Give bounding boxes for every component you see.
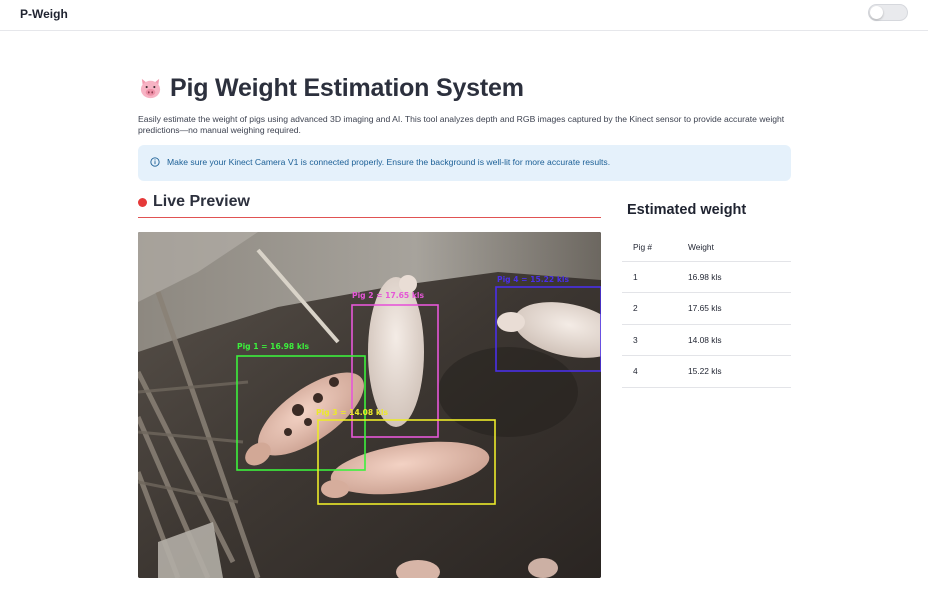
top-bar: P-Weigh bbox=[0, 0, 928, 31]
live-indicator-dot bbox=[138, 197, 147, 207]
column-header-pig: Pig # bbox=[622, 233, 678, 262]
info-banner: Make sure your Kinect Camera V1 is conne… bbox=[138, 145, 791, 181]
pig-number-cell: 2 bbox=[622, 292, 678, 325]
weight-cell: 14.08 kls bbox=[678, 324, 791, 356]
pig-face-icon bbox=[140, 78, 161, 98]
pig-number-cell: 3 bbox=[622, 324, 678, 356]
detection-label-pig-3: Pig 3 = 14.08 kls bbox=[316, 408, 388, 417]
camera-preview: Pig 4 = 15.22 kls Pig 2 = 17.65 kls Pig … bbox=[138, 232, 601, 578]
pig-number-cell: 1 bbox=[622, 261, 678, 293]
theme-toggle[interactable] bbox=[868, 4, 908, 21]
weight-cell: 15.22 kls bbox=[678, 355, 791, 388]
toggle-knob bbox=[870, 6, 883, 19]
camera-frame: Pig 4 = 15.22 kls Pig 2 = 17.65 kls Pig … bbox=[138, 232, 601, 578]
detection-label-pig-4: Pig 4 = 15.22 kls bbox=[497, 275, 569, 284]
app-brand: P-Weigh bbox=[20, 7, 68, 21]
estimated-weight-title: Estimated weight bbox=[627, 202, 747, 218]
page-title-row: Pig Weight Estimation System bbox=[138, 72, 524, 104]
table-row: 2 17.65 kls bbox=[622, 292, 791, 325]
live-preview-title: Live Preview bbox=[153, 193, 250, 210]
column-header-weight: Weight bbox=[678, 233, 791, 262]
weight-cell: 16.98 kls bbox=[678, 261, 791, 293]
table-row: 4 15.22 kls bbox=[622, 355, 791, 388]
info-banner-text: Make sure your Kinect Camera V1 is conne… bbox=[167, 157, 611, 167]
live-preview-heading: Live Preview bbox=[138, 193, 250, 211]
pig-number-cell: 4 bbox=[622, 355, 678, 388]
detection-label-pig-2: Pig 2 = 17.65 kls bbox=[352, 291, 424, 300]
detection-label-pig-1: Pig 1 = 16.98 kls bbox=[237, 342, 309, 351]
info-circle-icon bbox=[150, 157, 160, 167]
weight-cell: 17.65 kls bbox=[678, 292, 791, 325]
table-header-row: Pig # Weight bbox=[622, 233, 791, 262]
table-row: 1 16.98 kls bbox=[622, 261, 791, 293]
page-title: Pig Weight Estimation System bbox=[170, 73, 524, 102]
live-preview-divider bbox=[138, 217, 601, 218]
weight-table: Pig # Weight 1 16.98 kls 2 17.65 kls 3 1… bbox=[622, 233, 791, 388]
page-description: Easily estimate the weight of pigs using… bbox=[138, 114, 785, 135]
table-row: 3 14.08 kls bbox=[622, 324, 791, 356]
